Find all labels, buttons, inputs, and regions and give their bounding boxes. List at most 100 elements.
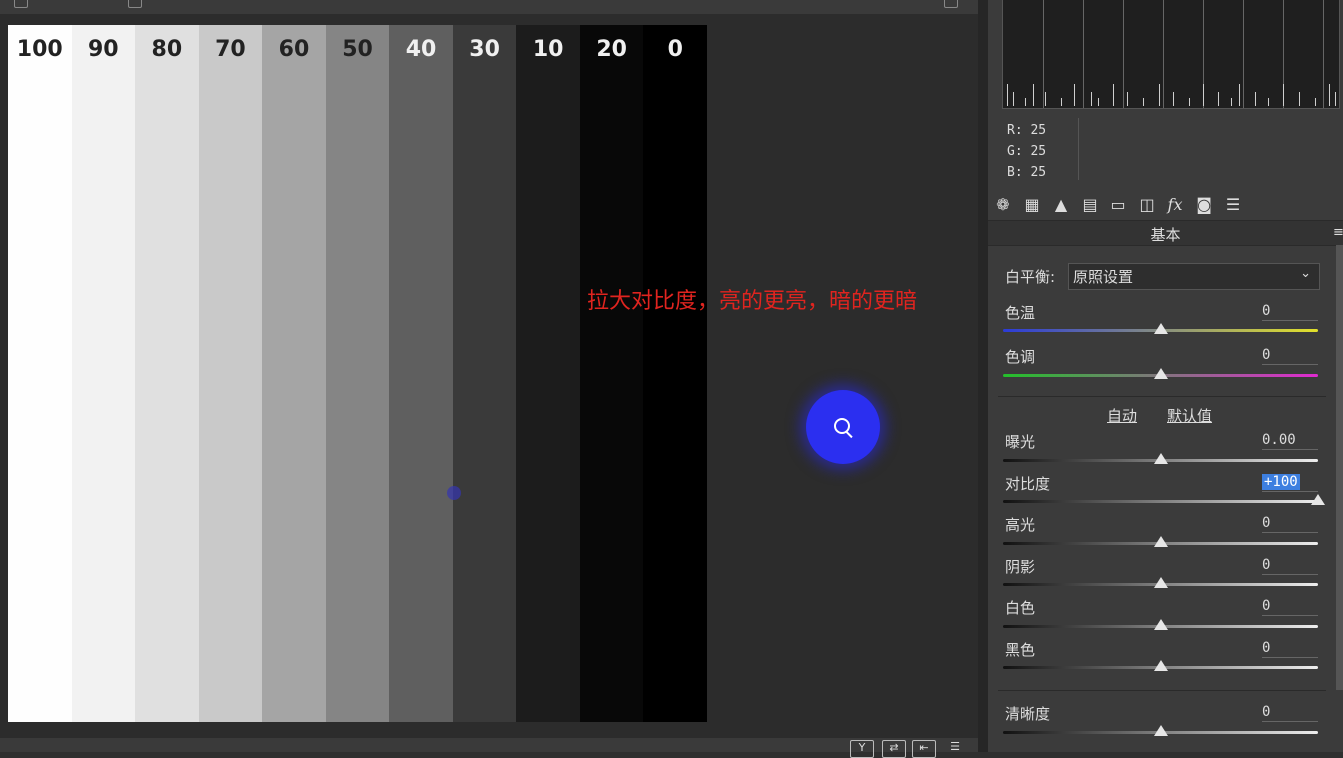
zoom-icon	[834, 418, 850, 434]
default-button[interactable]: 默认值	[1167, 405, 1212, 426]
slider-value-shadows[interactable]: 0	[1262, 557, 1318, 575]
tool-icon[interactable]	[14, 0, 28, 8]
slider-thumb-shadows[interactable]	[1153, 577, 1168, 588]
settings-icon[interactable]: ☰	[944, 740, 966, 756]
histogram-bar	[1159, 84, 1160, 106]
histogram-bar	[1255, 92, 1256, 106]
histogram-grid	[1123, 0, 1124, 108]
slider-label-tint: 色调	[1005, 348, 1036, 366]
gray-strip: 30	[452, 25, 517, 722]
panel-scrollbar[interactable]	[1336, 245, 1343, 690]
mouse-cursor-highlight	[806, 390, 880, 464]
slider-thumb-contrast[interactable]	[1311, 494, 1325, 505]
annotation-text: 拉大对比度，亮的更亮，暗的更暗	[587, 289, 918, 314]
grid-icon[interactable]: ▦	[1021, 194, 1043, 216]
slider-thumb-blacks[interactable]	[1153, 660, 1168, 671]
slider-thumb-highlights[interactable]	[1153, 536, 1168, 547]
hsl-icon[interactable]: ▭	[1107, 194, 1129, 216]
slider-value-text: 0.00	[1262, 432, 1296, 448]
rgb-readout: R: 25 G: 25 B: 25	[1007, 120, 1046, 183]
histogram-bar	[1239, 84, 1240, 106]
histogram-bar	[1315, 98, 1316, 106]
slider-track-contrast[interactable]	[1003, 500, 1318, 503]
histogram-bar	[1025, 98, 1026, 106]
strip-label: 90	[88, 37, 119, 62]
histogram-grid	[1083, 0, 1084, 108]
slider-thumb-clarity[interactable]	[1153, 725, 1168, 736]
r-value: R: 25	[1007, 123, 1047, 138]
slider-value-text: +100	[1262, 474, 1300, 490]
swap-icon[interactable]: ⇄	[882, 740, 906, 758]
compare-icon[interactable]: Y	[850, 740, 874, 758]
slider-value-text: 0	[1262, 303, 1271, 319]
window-icon[interactable]	[944, 0, 958, 8]
mountain-icon[interactable]: ▲	[1050, 194, 1072, 216]
strip-label: 100	[16, 37, 63, 62]
histogram-bar	[1203, 84, 1204, 106]
strip-label: 80	[151, 37, 183, 62]
white-balance-select[interactable]: 原照设置 ⌄	[1068, 263, 1320, 290]
slider-thumb-tint[interactable]	[1153, 368, 1168, 379]
slider-value-text: 0	[1262, 598, 1271, 614]
histogram-bar	[1007, 84, 1008, 106]
histogram-bar	[1329, 84, 1330, 106]
histogram-bar	[1013, 92, 1014, 106]
sliders-icon[interactable]: ☰	[1222, 194, 1244, 216]
slider-label-temp: 色温	[1005, 304, 1036, 322]
histogram-bar	[1173, 92, 1174, 106]
cursor-trail	[447, 486, 461, 500]
slider-value-whites[interactable]: 0	[1262, 598, 1318, 616]
readout-divider	[1078, 118, 1079, 180]
slider-value-clarity[interactable]: 0	[1262, 704, 1318, 722]
g-value: G: 25	[1007, 144, 1047, 159]
histogram	[1002, 0, 1340, 109]
histogram-bar	[1045, 92, 1046, 106]
gray-strip: 90	[71, 25, 136, 722]
tool-icon[interactable]	[128, 0, 142, 8]
gray-strip: 50	[325, 25, 390, 722]
slider-value-blacks[interactable]: 0	[1262, 640, 1318, 658]
section-header: 基本 ≡	[988, 220, 1343, 246]
gray-strip: 60	[262, 25, 326, 722]
histogram-grid	[1163, 0, 1164, 108]
histogram-bar	[1033, 84, 1034, 106]
slider-thumb-whites[interactable]	[1153, 619, 1168, 630]
histogram-bar	[1098, 98, 1099, 106]
fx-icon[interactable]: fx	[1164, 194, 1186, 216]
gray-strip: 0	[643, 25, 708, 722]
b-value: B: 25	[1007, 165, 1047, 180]
auto-button[interactable]: 自动	[1107, 405, 1137, 426]
histogram-bar	[1299, 92, 1300, 106]
divider	[998, 396, 1326, 397]
gray-strip: 10	[516, 25, 580, 722]
slider-value-highlights[interactable]: 0	[1262, 515, 1318, 533]
slider-thumb-temp[interactable]	[1153, 323, 1168, 334]
histogram-bar	[1335, 92, 1336, 106]
slider-value-text: 0	[1262, 704, 1271, 720]
slider-value-exposure[interactable]: 0.00	[1262, 432, 1318, 450]
histogram-bar	[1113, 84, 1114, 106]
slider-label-highlights: 高光	[1005, 516, 1036, 534]
slider-value-text: 0	[1262, 640, 1271, 656]
gray-strip: 80	[135, 25, 199, 722]
panel-menu-icon[interactable]: ≡	[1333, 225, 1343, 240]
slider-label-exposure: 曝光	[1005, 433, 1036, 451]
chevron-down-icon: ⌄	[1300, 266, 1311, 281]
strip-label: 30	[469, 37, 500, 62]
slider-thumb-exposure[interactable]	[1153, 453, 1168, 464]
slider-value-tint[interactable]: 0	[1262, 347, 1318, 365]
histogram-bar	[1127, 92, 1128, 106]
top-toolbar	[0, 0, 980, 15]
camera-icon[interactable]: ◙	[1193, 194, 1215, 216]
aperture-icon[interactable]: ❁	[992, 194, 1014, 216]
lens-icon[interactable]: ◫	[1136, 194, 1158, 216]
slider-value-temp[interactable]: 0	[1262, 303, 1318, 321]
gray-scale-image: 100 90 80 70 60 50 40 30 10 20 0	[8, 25, 708, 722]
panel-divider	[978, 0, 988, 752]
white-balance-value: 原照设置	[1073, 268, 1134, 286]
split-icon[interactable]: ▤	[1079, 194, 1101, 216]
copy-icon[interactable]: ⇤	[912, 740, 936, 758]
strip-label: 50	[342, 37, 373, 62]
slider-value-contrast[interactable]: +100	[1262, 474, 1318, 492]
histogram-grid	[1043, 0, 1044, 108]
